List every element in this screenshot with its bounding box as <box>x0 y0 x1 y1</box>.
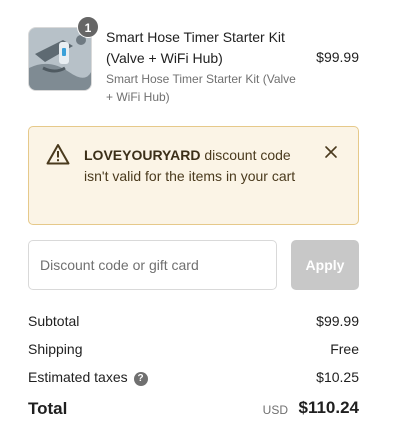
taxes-label-wrap: Estimated taxes? <box>28 369 148 386</box>
product-variant: Smart Hose Timer Starter Kit (Valve + Wi… <box>106 72 296 104</box>
shipping-row: Shipping Free <box>28 341 359 361</box>
discount-code: LOVEYOURYARD <box>84 147 201 163</box>
subtotal-value: $99.99 <box>316 313 359 329</box>
line-item: 1 Smart Hose Timer Starter Kit (Valve + … <box>28 16 359 105</box>
order-summary: 1 Smart Hose Timer Starter Kit (Valve + … <box>0 0 405 431</box>
discount-code-input[interactable] <box>28 240 277 290</box>
hose-timer-illustration <box>29 28 91 90</box>
subtotal-row: Subtotal $99.99 <box>28 313 359 333</box>
subtotal-label: Subtotal <box>28 313 80 329</box>
warning-triangle-icon <box>46 144 70 165</box>
product-price: $99.99 <box>316 49 359 65</box>
close-icon[interactable] <box>324 145 338 159</box>
shipping-label: Shipping <box>28 341 83 357</box>
total-value: $110.24 <box>298 398 359 417</box>
discount-warning-banner: LOVEYOURYARD discount code isn't valid f… <box>28 126 359 225</box>
taxes-label: Estimated taxes <box>28 369 128 385</box>
taxes-value: $10.25 <box>316 369 359 385</box>
quantity-badge: 1 <box>77 16 99 38</box>
product-title: Smart Hose Timer Starter Kit (Valve + Wi… <box>106 29 285 66</box>
total-label: Total <box>28 399 68 418</box>
warning-message: LOVEYOURYARD discount code isn't valid f… <box>84 145 314 187</box>
help-icon[interactable]: ? <box>133 372 148 386</box>
total-currency: USD <box>262 403 288 417</box>
taxes-row: Estimated taxes? $10.25 <box>28 369 359 389</box>
total-row: Total USD $110.24 <box>28 397 359 421</box>
shipping-value: Free <box>330 341 359 357</box>
apply-button[interactable]: Apply <box>291 240 359 290</box>
